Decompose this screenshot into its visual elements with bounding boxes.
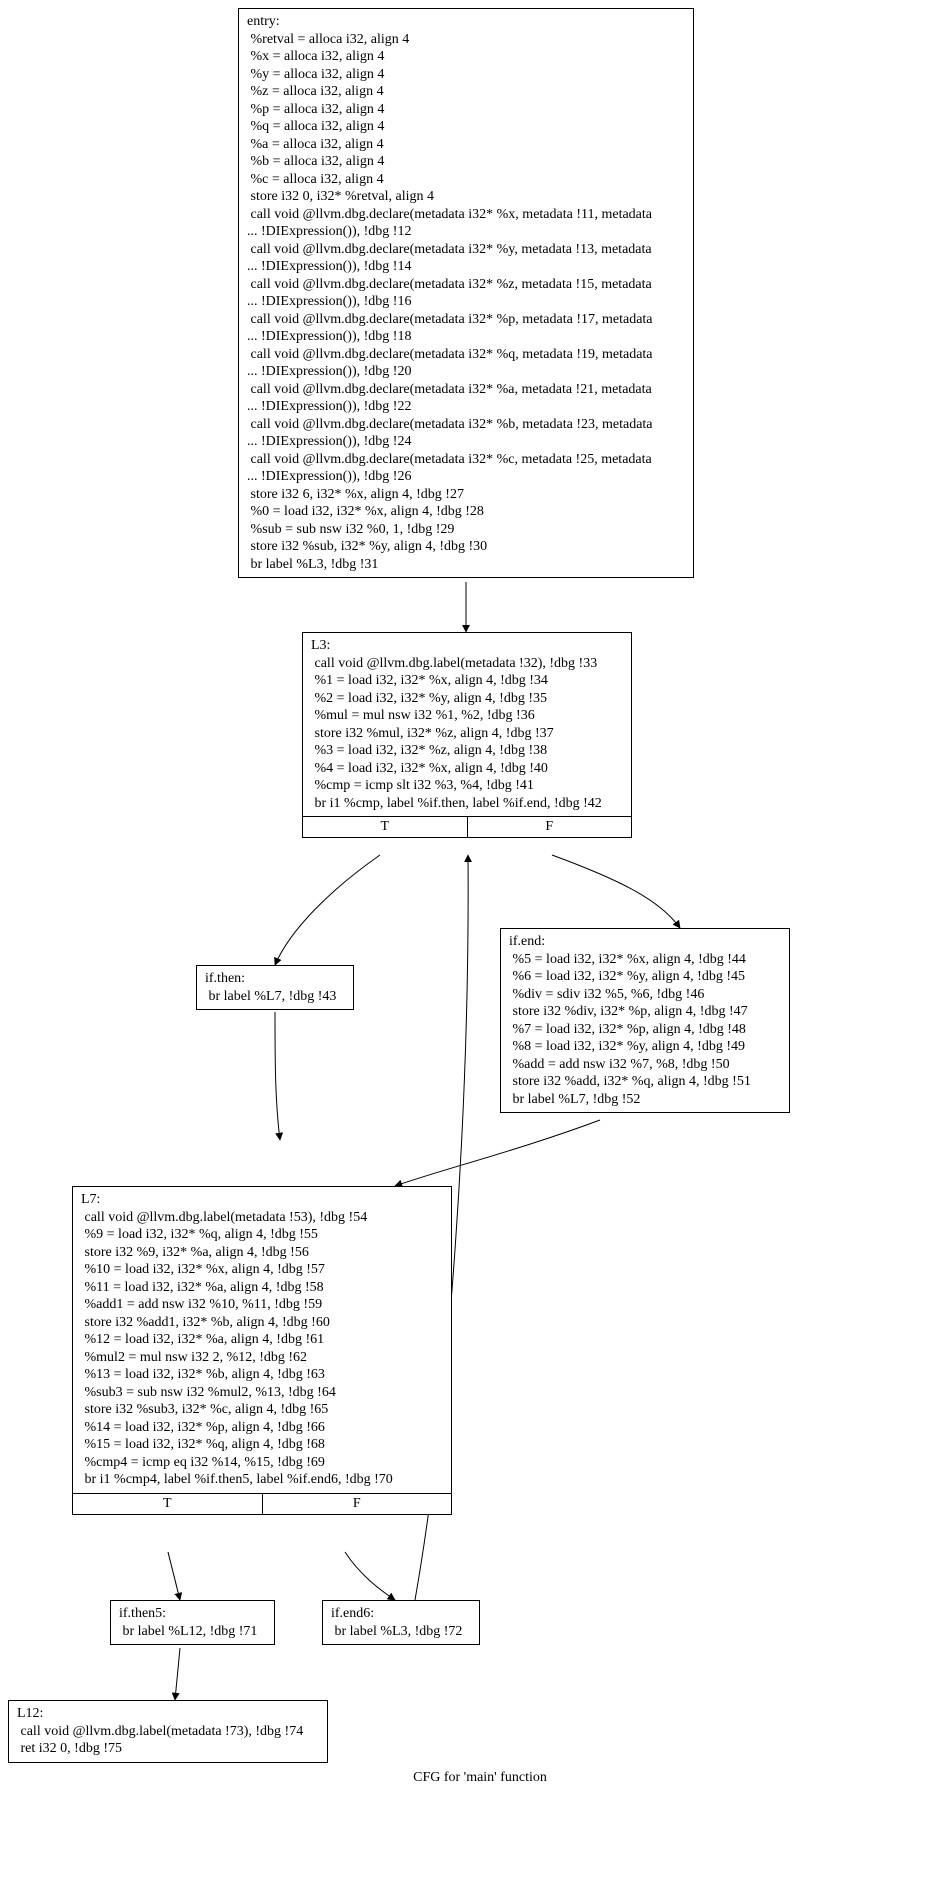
node-l7-branches: T F [73,1493,451,1514]
branch-true: T [73,1494,262,1514]
node-if-end: if.end: %5 = load i32, i32* %x, align 4,… [500,928,790,1113]
node-if-then5-body: if.then5: br label %L12, !dbg !71 [111,1601,274,1644]
diagram-caption: CFG for 'main' function [330,1770,630,1786]
node-l3: L3: call void @llvm.dbg.label(metadata !… [302,632,632,838]
branch-false: F [467,817,632,837]
branch-false: F [262,1494,452,1514]
node-l12-body: L12: call void @llvm.dbg.label(metadata … [9,1701,327,1762]
branch-true: T [303,817,467,837]
node-l7-body: L7: call void @llvm.dbg.label(metadata !… [73,1187,451,1493]
cfg-canvas: entry: %retval = alloca i32, align 4 %x … [0,0,952,1895]
node-if-then-body: if.then: br label %L7, !dbg !43 [197,966,353,1009]
node-if-end-body: if.end: %5 = load i32, i32* %x, align 4,… [501,929,789,1112]
node-if-then5: if.then5: br label %L12, !dbg !71 [110,1600,275,1645]
node-entry: entry: %retval = alloca i32, align 4 %x … [238,8,694,578]
node-if-end6-body: if.end6: br label %L3, !dbg !72 [323,1601,479,1644]
node-if-then: if.then: br label %L7, !dbg !43 [196,965,354,1010]
node-if-end6: if.end6: br label %L3, !dbg !72 [322,1600,480,1645]
node-entry-body: entry: %retval = alloca i32, align 4 %x … [239,9,693,577]
node-l12: L12: call void @llvm.dbg.label(metadata … [8,1700,328,1763]
node-l3-body: L3: call void @llvm.dbg.label(metadata !… [303,633,631,816]
node-l3-branches: T F [303,816,631,837]
node-l7: L7: call void @llvm.dbg.label(metadata !… [72,1186,452,1515]
